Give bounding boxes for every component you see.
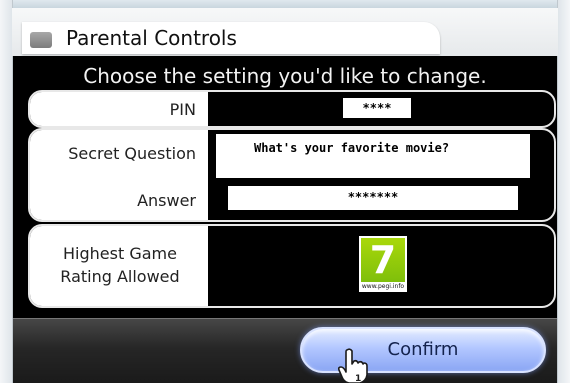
rating-label: Highest Game Rating Allowed bbox=[60, 244, 180, 286]
pegi-badge-background: 7 bbox=[361, 238, 405, 282]
secret-question-label: Secret Question bbox=[68, 144, 196, 163]
pegi-rating-badge[interactable]: 7 www.pegi.info bbox=[359, 236, 407, 292]
pin-label: PIN bbox=[169, 100, 196, 119]
rating-row[interactable]: Highest Game Rating Allowed 7 www.pegi.i… bbox=[28, 224, 556, 308]
hand-pointer-icon: 1 bbox=[337, 348, 368, 383]
answer-label: Answer bbox=[137, 191, 196, 210]
instruction-text: Choose the setting you'd like to change. bbox=[83, 64, 487, 88]
secret-question-row[interactable]: Secret Question Answer What's your favor… bbox=[28, 128, 556, 222]
parental-controls-screen: Parental Controls Choose the setting you… bbox=[0, 0, 570, 383]
pin-label-cell: PIN bbox=[30, 92, 208, 126]
frame-top bbox=[0, 0, 570, 8]
pegi-rating-number: 7 bbox=[369, 238, 397, 282]
title-marker-icon bbox=[30, 32, 52, 48]
secret-label-cell: Secret Question Answer bbox=[30, 130, 208, 220]
pegi-url-text: www.pegi.info bbox=[361, 283, 405, 290]
pin-field[interactable]: **** bbox=[343, 98, 411, 118]
cursor-badge-number: 1 bbox=[355, 374, 361, 383]
page-title: Parental Controls bbox=[66, 26, 237, 50]
answer-field[interactable]: ******* bbox=[228, 186, 518, 210]
frame-right bbox=[557, 0, 570, 383]
secret-question-field[interactable]: What's your favorite movie? bbox=[216, 134, 530, 178]
frame-left bbox=[0, 0, 13, 383]
pin-row[interactable]: PIN **** bbox=[28, 90, 556, 128]
rating-label-cell: Highest Game Rating Allowed bbox=[30, 226, 208, 306]
